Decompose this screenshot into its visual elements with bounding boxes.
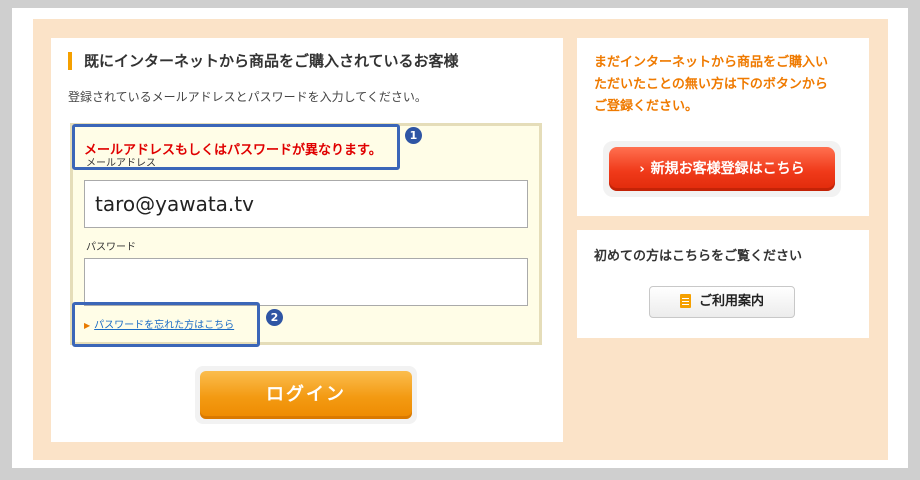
email-field[interactable]: taro@yawata.tv [84, 180, 528, 228]
new-customer-message: まだインターネットから商品をご購入い ただいたことの無い方は下のボタンから ご登… [594, 52, 859, 118]
annotation-box-forgot [72, 302, 260, 347]
register-button-label: 新規お客様登録はこちら [650, 161, 805, 177]
guide-heading: 初めての方はこちらをご覧ください [594, 249, 803, 264]
chevron-right-icon: › [639, 162, 645, 177]
document-icon [679, 293, 691, 308]
password-field[interactable] [84, 258, 528, 306]
annotation-badge-2: 2 [266, 309, 283, 326]
password-label: パスワード [86, 242, 136, 253]
new-customer-register-button[interactable]: › 新規お客様登録はこちら [609, 147, 835, 191]
new-customer-message-line2: ただいたことの無い方は下のボタンから [594, 77, 828, 92]
existing-customer-heading: 既にインターネットから商品をご購入されているお客様 [68, 52, 459, 70]
annotation-box-error [72, 124, 400, 170]
user-guide-button[interactable]: ご利用案内 [649, 286, 795, 318]
user-guide-label: ご利用案内 [698, 294, 764, 309]
new-customer-message-line1: まだインターネットから商品をご購入い [594, 55, 829, 70]
annotation-badge-1: 1 [405, 127, 422, 144]
login-button[interactable]: ログイン [200, 371, 412, 419]
new-customer-message-line3: ご登録ください。 [594, 99, 699, 114]
login-instruction: 登録されているメールアドレスとパスワードを入力してください。 [68, 90, 427, 104]
